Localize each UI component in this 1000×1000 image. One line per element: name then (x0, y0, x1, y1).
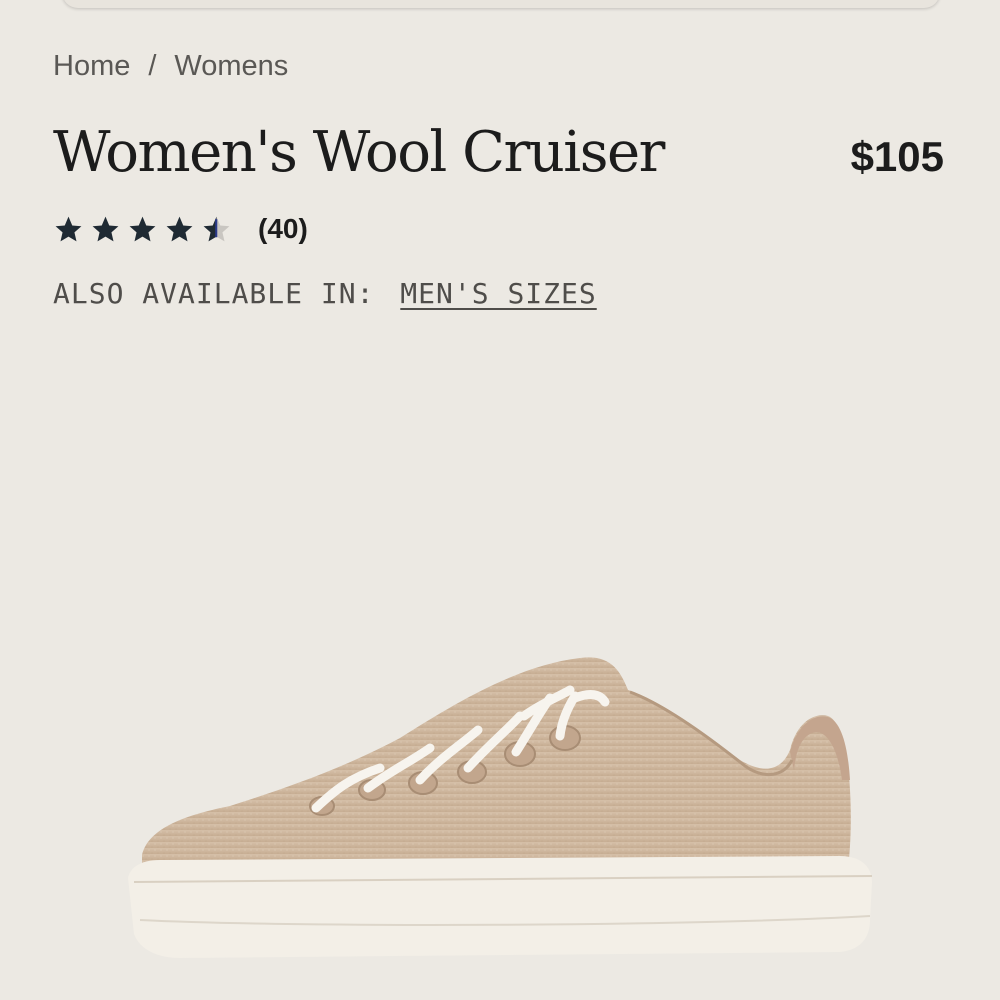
rating[interactable]: (40) (53, 213, 308, 245)
also-available: ALSO AVAILABLE IN: MEN'S SIZES (53, 277, 597, 310)
half-star-icon (203, 216, 230, 241)
breadcrumb-separator: / (148, 50, 157, 82)
breadcrumb: Home / Womens (53, 50, 288, 83)
also-available-label: ALSO AVAILABLE IN: (53, 277, 375, 310)
top-bar (62, 0, 940, 8)
star-icon (166, 216, 193, 241)
product-price: $105 (850, 133, 944, 180)
star-icon (129, 216, 156, 241)
star-icon (92, 216, 119, 241)
breadcrumb-home-link[interactable]: Home (53, 50, 130, 83)
review-count[interactable]: (40) (258, 213, 308, 245)
breadcrumb-womens-link[interactable]: Womens (174, 50, 288, 83)
product-title: Women's Wool Cruiser (53, 120, 665, 185)
wool-sneaker-icon (128, 657, 873, 958)
star-icon (55, 216, 82, 241)
mens-sizes-link[interactable]: MEN'S SIZES (400, 277, 596, 310)
